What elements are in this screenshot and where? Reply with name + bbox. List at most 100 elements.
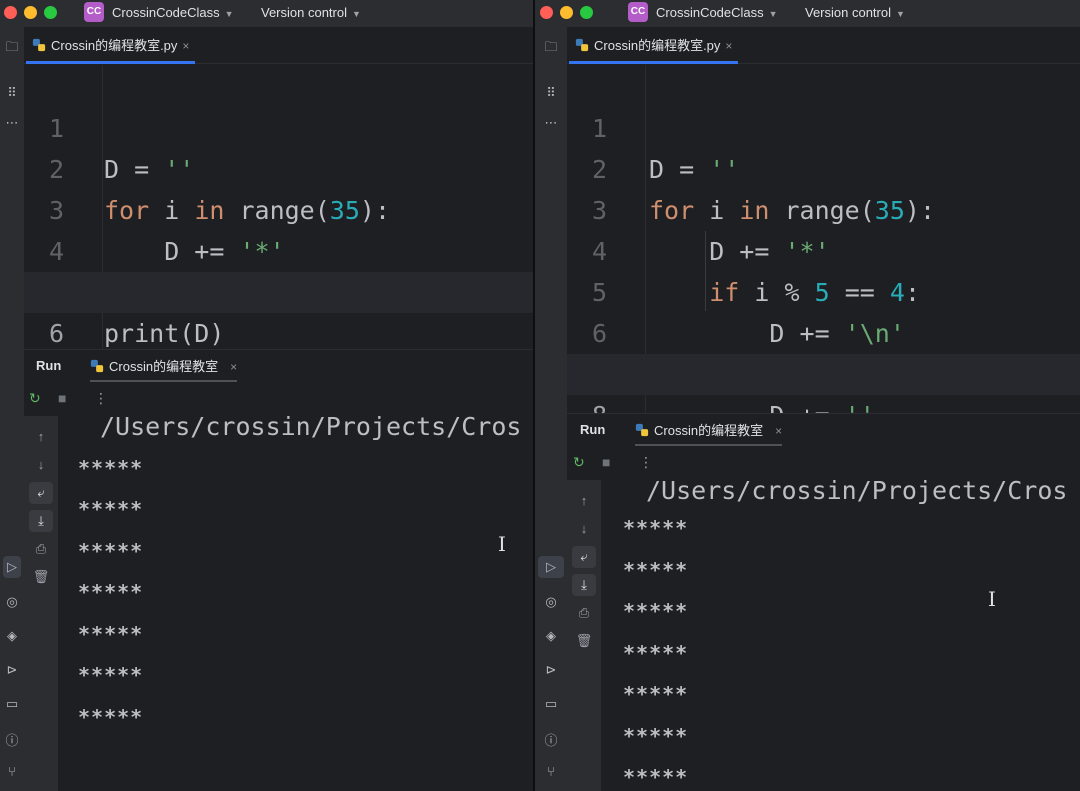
code-text: D += '' xyxy=(649,395,874,413)
code-line[interactable]: 5 print(D) xyxy=(24,231,533,348)
chevron-down-icon: ▼ xyxy=(896,9,905,19)
console-path: /Users/crossin/Projects/Cros xyxy=(100,416,522,441)
stop-icon[interactable]: ■ xyxy=(602,454,610,470)
layers-icon[interactable]: ◈ xyxy=(535,628,567,644)
run-icon[interactable]: ▷ xyxy=(538,556,564,578)
soft-wrap-icon[interactable]: ⤶ xyxy=(29,482,53,504)
output-line: ***** xyxy=(623,682,689,706)
code-editor[interactable]: 1 D = '' 2 for i in range(35): 3 D += '*… xyxy=(567,65,1080,413)
output-line: ***** xyxy=(78,622,144,646)
services-icon[interactable]: ⊳ xyxy=(535,662,567,678)
folder-icon[interactable]: 🗀 xyxy=(535,38,567,60)
layers-icon[interactable]: ◈ xyxy=(0,628,24,644)
close-tab-icon[interactable]: × xyxy=(725,39,732,53)
terminal-icon[interactable]: ▭ xyxy=(0,696,24,712)
run-toolbar: ↻ ■ ⋮ xyxy=(24,382,533,416)
code-line[interactable]: 6 else: xyxy=(567,272,1080,389)
close-window-button[interactable] xyxy=(4,6,17,19)
code-line[interactable]: 3 D += '*' xyxy=(24,149,533,266)
more-options-icon[interactable]: ⋮ xyxy=(94,390,108,407)
line-number: 6 xyxy=(48,319,64,348)
output-line: ***** xyxy=(78,456,144,480)
python-console-icon[interactable]: ◎ xyxy=(535,594,567,610)
code-line[interactable]: 1 D = '' xyxy=(24,67,533,184)
code-line-current[interactable]: 8 print(D) xyxy=(567,354,1080,413)
project-switcher[interactable]: CrossinCodeClass ▼ xyxy=(112,5,234,20)
editor-tab[interactable]: Crossin的编程教室.py × xyxy=(26,27,196,64)
console-output[interactable]: /Users/crossin/Projects/Cros ***** *****… xyxy=(58,416,533,791)
scroll-down-icon[interactable]: ↓ xyxy=(29,454,53,476)
run-config-tab[interactable]: Crossin的编程教室 × xyxy=(90,350,238,383)
folder-icon[interactable]: 🗀 xyxy=(0,38,24,60)
run-icon[interactable]: ▷ xyxy=(3,556,21,578)
scroll-up-icon[interactable]: ↑ xyxy=(29,426,53,448)
project-badge[interactable]: CC xyxy=(628,2,648,22)
run-panel-title: Run xyxy=(580,422,606,437)
print-icon[interactable]: ⎙ xyxy=(572,602,596,624)
stop-icon[interactable]: ■ xyxy=(58,390,66,406)
zoom-window-button[interactable] xyxy=(44,6,57,19)
code-line[interactable]: 7 D += '' xyxy=(567,313,1080,413)
structure-icon[interactable]: ⠿ xyxy=(0,85,24,101)
console-output[interactable]: /Users/crossin/Projects/Cros ***** *****… xyxy=(601,480,1080,791)
code-line-current[interactable]: 6 xyxy=(24,272,533,348)
output-line: ***** xyxy=(623,516,689,540)
ide-window-left: CC CrossinCodeClass ▼ Version control ▼ 🗀 … xyxy=(0,0,533,791)
run-tab-label: Crossin的编程教室 xyxy=(654,423,764,438)
console-path: /Users/crossin/Projects/Cros xyxy=(646,480,1068,505)
version-control-menu[interactable]: Version control ▼ xyxy=(261,5,361,20)
problems-icon[interactable]: ⓘ xyxy=(535,730,567,749)
code-line[interactable]: 4 D += i % 5 == 4 and '\n' xyxy=(24,190,533,307)
code-line[interactable]: 5 D += '\n' xyxy=(567,231,1080,348)
project-badge[interactable]: CC xyxy=(84,2,104,22)
scroll-down-icon[interactable]: ↓ xyxy=(572,518,596,540)
output-line: ***** xyxy=(78,663,144,687)
code-line[interactable]: 4 if i % 5 == 4: xyxy=(567,190,1080,307)
services-icon[interactable]: ⊳ xyxy=(0,662,24,678)
trash-icon[interactable]: 🗑 xyxy=(572,630,596,652)
project-switcher[interactable]: CrossinCodeClass ▼ xyxy=(656,5,778,20)
code-line[interactable]: 3 D += '*' xyxy=(567,149,1080,266)
close-tab-icon[interactable]: × xyxy=(182,39,189,53)
scroll-to-end-icon[interactable]: ⤓ xyxy=(29,510,53,532)
version-control-menu[interactable]: Version control ▼ xyxy=(805,5,905,20)
run-side-toolbar: ↑ ↓ ⤶ ⤓ ⎙ 🗑 xyxy=(567,480,601,791)
mouse-cursor-ibeam: I xyxy=(498,532,506,556)
close-run-tab-icon[interactable]: × xyxy=(775,424,782,438)
more-options-icon[interactable]: ⋮ xyxy=(639,454,653,471)
editor-tab-label: Crossin的编程教室.py xyxy=(51,38,178,53)
close-run-tab-icon[interactable]: × xyxy=(230,360,237,374)
editor-tab-label: Crossin的编程教室.py xyxy=(594,38,721,53)
code-line[interactable]: 2 for i in range(35): xyxy=(24,108,533,225)
soft-wrap-icon[interactable]: ⤶ xyxy=(572,546,596,568)
terminal-icon[interactable]: ▭ xyxy=(535,696,567,712)
problems-icon[interactable]: ⓘ xyxy=(0,730,24,749)
code-line[interactable]: 1 D = '' xyxy=(567,67,1080,184)
minimize-window-button[interactable] xyxy=(24,6,37,19)
editor-tab[interactable]: Crossin的编程教室.py × xyxy=(569,27,739,64)
scroll-up-icon[interactable]: ↑ xyxy=(572,490,596,512)
print-icon[interactable]: ⎙ xyxy=(29,538,53,560)
minimize-window-button[interactable] xyxy=(560,6,573,19)
run-config-tab[interactable]: Crossin的编程教室 × xyxy=(635,414,783,447)
rerun-icon[interactable]: ↻ xyxy=(573,454,585,471)
code-text: print(D) xyxy=(104,319,225,348)
ide-window-right: CC CrossinCodeClass ▼ Version control ▼ 🗀 … xyxy=(535,0,1080,791)
zoom-window-button[interactable] xyxy=(580,6,593,19)
trash-icon[interactable]: 🗑 xyxy=(29,566,53,588)
git-icon[interactable]: ⑂ xyxy=(535,764,567,779)
scroll-to-end-icon[interactable]: ⤓ xyxy=(572,574,596,596)
python-file-icon xyxy=(90,359,104,373)
title-bar: CC CrossinCodeClass ▼ Version control ▼ xyxy=(535,0,1080,27)
more-icon[interactable]: ⋯ xyxy=(535,115,567,131)
code-editor[interactable]: 1 D = '' 2 for i in range(35): 3 D += '*… xyxy=(24,65,533,349)
rerun-icon[interactable]: ↻ xyxy=(29,390,41,407)
more-icon[interactable]: ⋯ xyxy=(0,115,24,131)
python-console-icon[interactable]: ◎ xyxy=(0,594,24,610)
version-control-label: Version control xyxy=(805,5,891,20)
output-line: ***** xyxy=(623,724,689,748)
code-line[interactable]: 2 for i in range(35): xyxy=(567,108,1080,225)
git-icon[interactable]: ⑂ xyxy=(0,764,24,779)
close-window-button[interactable] xyxy=(540,6,553,19)
structure-icon[interactable]: ⠿ xyxy=(535,85,567,101)
